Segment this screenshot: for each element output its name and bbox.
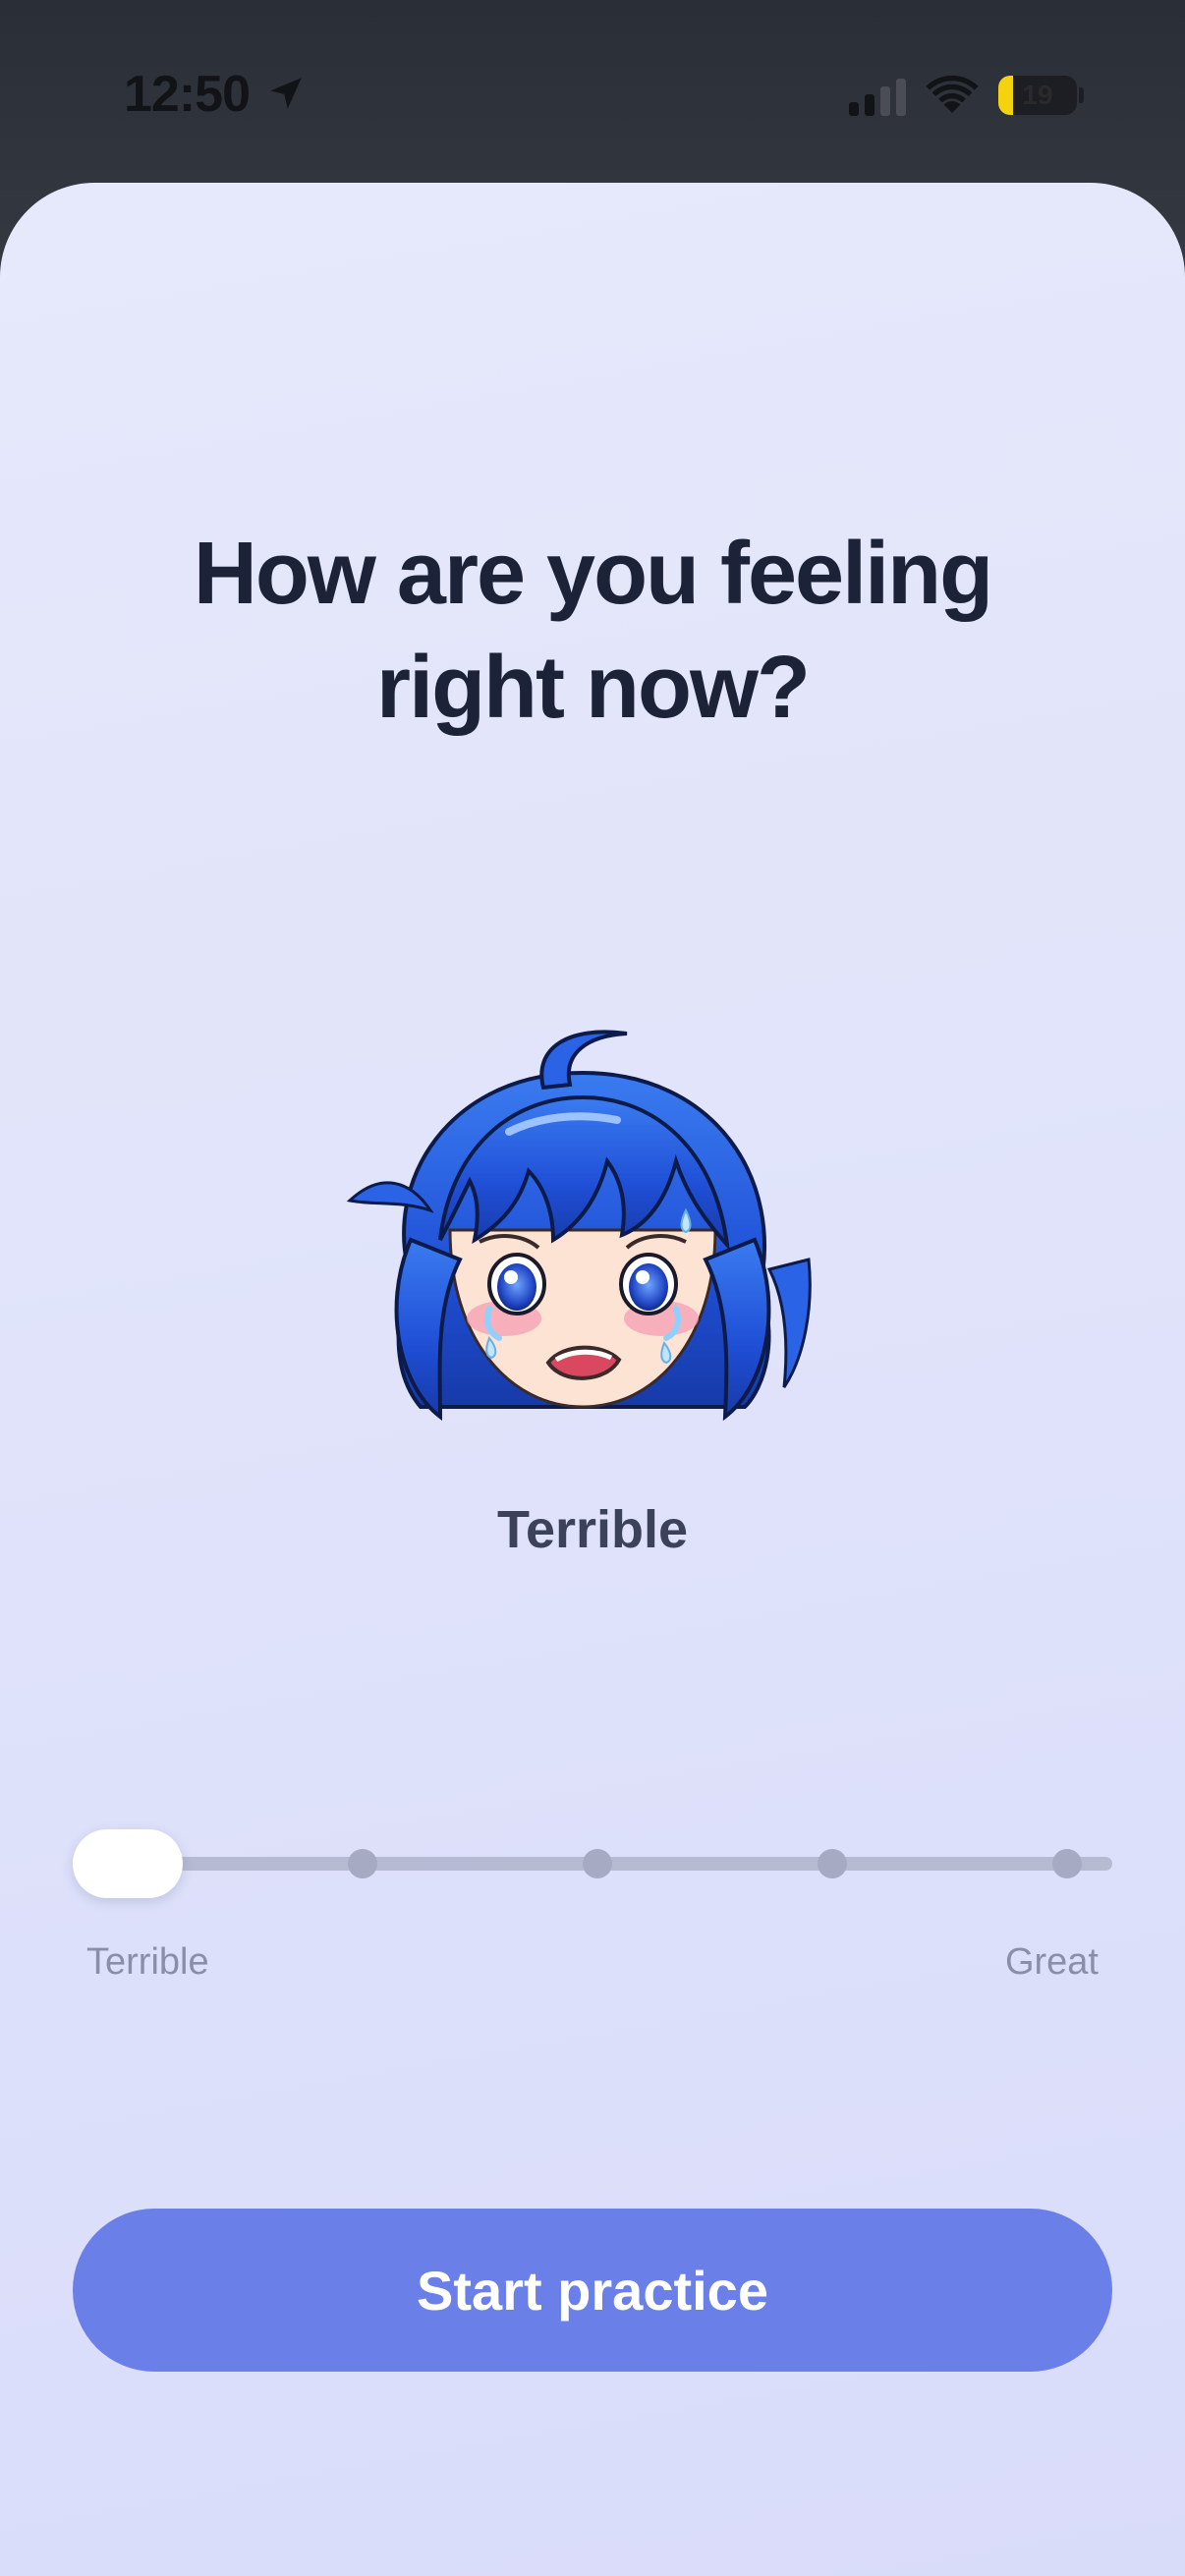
title-line-1: How are you feeling	[193, 525, 993, 623]
slider-step-dot[interactable]	[583, 1849, 612, 1878]
status-bar: 12:50 19	[0, 0, 1185, 187]
battery-indicator: 19	[998, 76, 1077, 115]
slider-max-label: Great	[1004, 1941, 1099, 1983]
status-time: 12:50	[124, 66, 251, 123]
cellular-signal-icon	[849, 79, 906, 116]
slider-step-dot[interactable]	[818, 1849, 847, 1878]
title-line-2: right now?	[376, 639, 811, 737]
mood-slider[interactable]	[73, 1820, 1112, 1908]
slider-step-dot[interactable]	[1052, 1849, 1082, 1878]
slider-step-dot[interactable]	[348, 1849, 377, 1878]
start-practice-button[interactable]: Start practice	[73, 2209, 1112, 2372]
mood-sheet: How are you feeling right now? Terrible …	[0, 183, 1185, 2576]
battery-percent: 19	[1022, 80, 1053, 110]
current-mood-label: Terrible	[496, 1500, 689, 1559]
slider-min-label: Terrible	[86, 1941, 209, 1983]
wifi-icon	[926, 75, 979, 113]
battery-cap	[1079, 87, 1084, 103]
page-title: How are you feeling right now?	[0, 517, 1185, 745]
location-arrow-icon	[270, 78, 302, 109]
crying-mascot-illustration	[346, 1030, 812, 1422]
slider-thumb[interactable]	[73, 1829, 183, 1898]
app-screen: 12:50 19 How are you feeling right now?	[0, 0, 1185, 2576]
